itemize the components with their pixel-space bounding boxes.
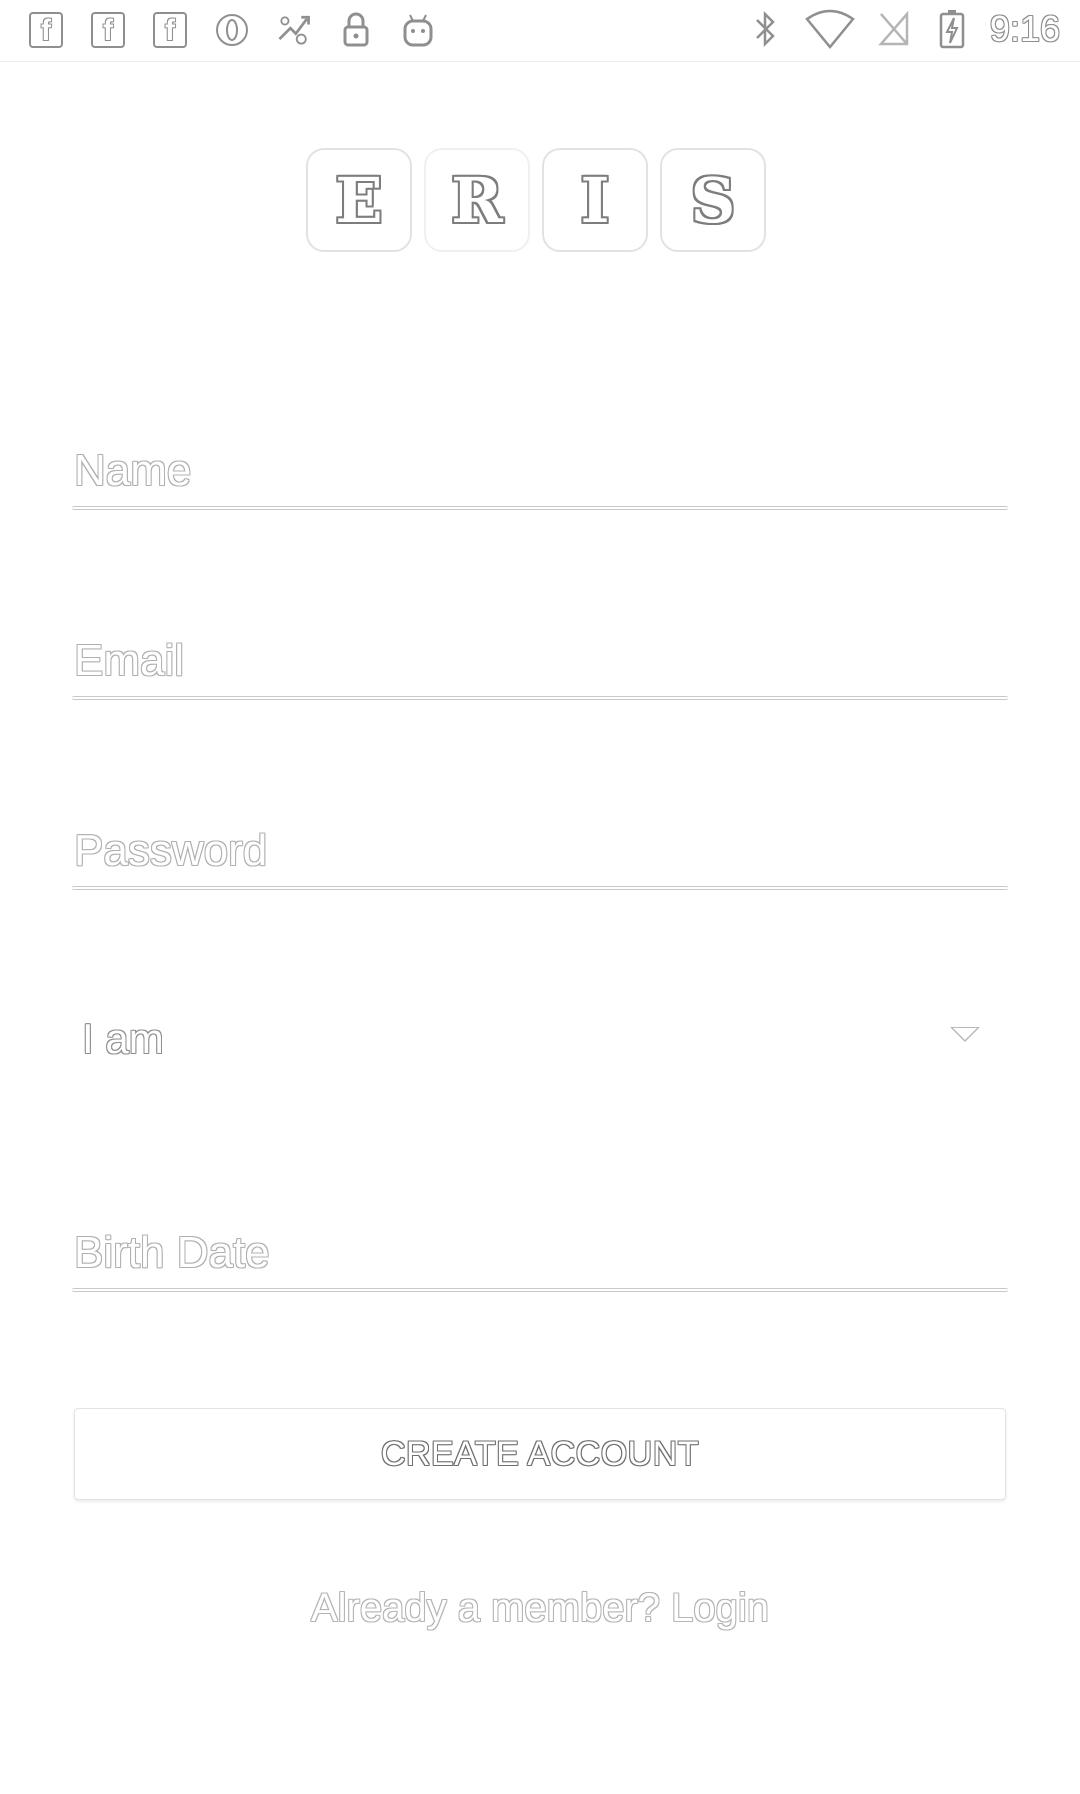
no-sim-icon xyxy=(874,9,914,49)
birthdate-underline xyxy=(72,1288,1008,1292)
notification-icons: f f f xyxy=(26,10,438,50)
password-underline xyxy=(72,886,1008,890)
app-logo: E R I S xyxy=(306,148,766,252)
logo-tile: I xyxy=(542,148,648,252)
lock-icon xyxy=(336,10,376,50)
create-account-button[interactable]: CREATE ACCOUNT xyxy=(74,1408,1006,1500)
clock: 9:16 xyxy=(989,8,1060,49)
birthdate-field-container xyxy=(72,1222,1008,1292)
birthdate-input[interactable] xyxy=(72,1222,1008,1284)
email-underline xyxy=(72,696,1008,700)
facebook-icon: f xyxy=(26,10,66,50)
sync-icon xyxy=(274,10,314,50)
create-account-label: CREATE ACCOUNT xyxy=(380,1434,700,1473)
gender-select[interactable]: I am xyxy=(72,1005,1008,1073)
email-input[interactable] xyxy=(72,630,1008,692)
opera-icon xyxy=(212,10,252,50)
password-input[interactable] xyxy=(72,820,1008,882)
facebook-icon: f xyxy=(150,10,190,50)
logo-tile: E xyxy=(306,148,412,252)
login-link[interactable]: Already a member? Login xyxy=(0,1586,1080,1631)
logo-tile: R xyxy=(424,148,530,252)
logo-tile: S xyxy=(660,148,766,252)
dropdown-arrow-icon xyxy=(950,1027,980,1042)
android-icon xyxy=(398,10,438,50)
system-icons: 9:16 xyxy=(746,8,1060,50)
wifi-icon xyxy=(804,9,856,49)
password-field-container xyxy=(72,820,1008,890)
email-field-container xyxy=(72,630,1008,700)
status-bar: f f f 9:16 xyxy=(0,0,1080,62)
name-field-container xyxy=(72,440,1008,510)
battery-charging-icon xyxy=(932,9,972,49)
bluetooth-icon xyxy=(746,9,786,49)
name-underline xyxy=(72,506,1008,510)
gender-select-value: I am xyxy=(82,1015,164,1062)
facebook-icon: f xyxy=(88,10,128,50)
name-input[interactable] xyxy=(72,440,1008,502)
